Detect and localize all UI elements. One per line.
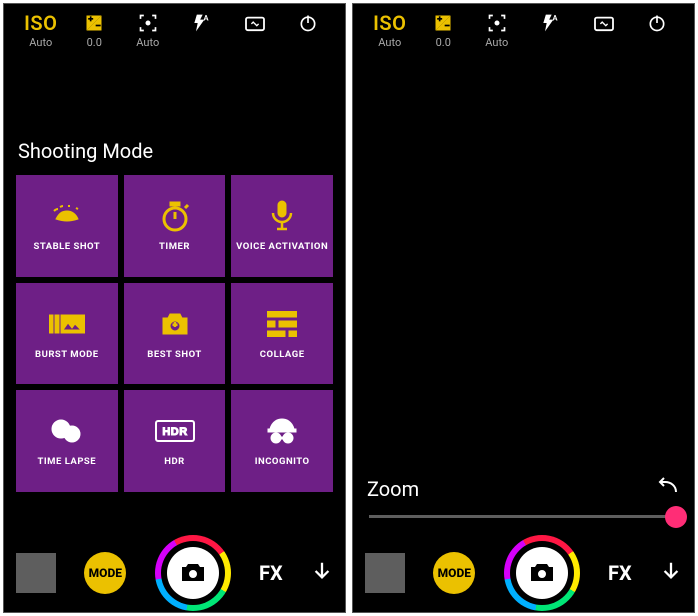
fx-button[interactable]: FX bbox=[608, 561, 632, 585]
zoom-slider[interactable] bbox=[369, 515, 678, 518]
zoom-panel: Zoom bbox=[353, 476, 694, 534]
focus-control[interactable]: Auto bbox=[121, 12, 175, 49]
incognito-icon bbox=[266, 414, 298, 448]
stable-shot-icon bbox=[50, 199, 84, 233]
section-title: Shooting Mode bbox=[4, 129, 345, 175]
power-control[interactable] bbox=[631, 12, 685, 34]
power-icon bbox=[298, 12, 318, 34]
tile-label: STABLE SHOT bbox=[33, 241, 100, 252]
mode-incognito[interactable]: INCOGNITO bbox=[231, 390, 333, 492]
download-arrow-icon[interactable] bbox=[311, 560, 333, 586]
focus-control[interactable]: Auto bbox=[470, 12, 524, 49]
tile-label: HDR bbox=[164, 456, 184, 467]
mode-timer[interactable]: TIMER bbox=[124, 175, 226, 277]
topbar: ISO Auto 0.0 Auto A bbox=[353, 4, 694, 53]
exposure-icon bbox=[84, 12, 104, 34]
camera-icon bbox=[516, 547, 568, 599]
screen-zoom: ISO Auto 0.0 Auto A bbox=[352, 3, 695, 613]
mode-time-lapse[interactable]: TIME LAPSE bbox=[16, 390, 118, 492]
shutter-button[interactable] bbox=[155, 535, 231, 611]
tile-label: INCOGNITO bbox=[255, 456, 310, 467]
power-control[interactable] bbox=[282, 12, 336, 34]
focus-icon bbox=[487, 12, 507, 34]
zoom-label: Zoom bbox=[367, 477, 419, 501]
exposure-control[interactable]: 0.0 bbox=[417, 12, 471, 49]
zoom-slider-thumb[interactable] bbox=[665, 506, 687, 528]
tile-label: TIME LAPSE bbox=[38, 456, 97, 467]
iso-icon: ISO bbox=[24, 12, 57, 34]
mode-burst-mode[interactable]: BURST MODE bbox=[16, 283, 118, 385]
shutter-button[interactable] bbox=[504, 535, 580, 611]
bottombar: MODE FX bbox=[353, 534, 694, 612]
iso-icon: ISO bbox=[373, 12, 406, 34]
exposure-value: 0.0 bbox=[87, 36, 102, 49]
mode-button[interactable]: MODE bbox=[84, 552, 126, 594]
svg-text:A: A bbox=[553, 14, 559, 23]
flash-control[interactable]: A bbox=[524, 12, 578, 34]
burst-mode-icon bbox=[49, 307, 85, 341]
iso-value: Auto bbox=[29, 36, 52, 49]
mode-best-shot[interactable]: BEST SHOT bbox=[124, 283, 226, 385]
iso-control[interactable]: ISO Auto bbox=[363, 12, 417, 49]
iso-value: Auto bbox=[378, 36, 401, 49]
mode-hdr[interactable]: HDR HDR bbox=[124, 390, 226, 492]
flash-auto-icon: A bbox=[191, 12, 211, 34]
focus-value: Auto bbox=[136, 36, 159, 49]
mode-collage[interactable]: COLLAGE bbox=[231, 283, 333, 385]
svg-text:HDR: HDR bbox=[162, 426, 187, 438]
exposure-control[interactable]: 0.0 bbox=[68, 12, 122, 49]
exposure-icon bbox=[433, 12, 453, 34]
screen-shooting-mode: ISO Auto 0.0 Auto A bbox=[3, 3, 346, 613]
gallery-thumbnail[interactable] bbox=[16, 553, 56, 593]
camera-icon bbox=[167, 547, 219, 599]
tile-label: BEST SHOT bbox=[147, 349, 201, 360]
time-lapse-icon bbox=[50, 414, 84, 448]
download-arrow-icon[interactable] bbox=[660, 560, 682, 586]
tile-label: COLLAGE bbox=[260, 349, 305, 360]
flash-control[interactable]: A bbox=[175, 12, 229, 34]
microphone-icon bbox=[269, 199, 295, 233]
undo-icon[interactable] bbox=[656, 476, 680, 501]
mode-stable-shot[interactable]: STABLE SHOT bbox=[16, 175, 118, 277]
switch-camera-control[interactable] bbox=[228, 12, 282, 34]
svg-text:A: A bbox=[204, 14, 210, 23]
gallery-thumbnail[interactable] bbox=[365, 553, 405, 593]
mode-voice-activation[interactable]: VOICE ACTIVATION bbox=[231, 175, 333, 277]
flash-auto-icon: A bbox=[540, 12, 560, 34]
exposure-value: 0.0 bbox=[436, 36, 451, 49]
body-left: Shooting Mode STABLE SHOT TIMER VOICE AC… bbox=[4, 53, 345, 534]
mode-button[interactable]: MODE bbox=[433, 552, 475, 594]
hdr-icon: HDR bbox=[155, 414, 195, 448]
switch-camera-icon bbox=[593, 12, 615, 34]
focus-icon bbox=[138, 12, 158, 34]
best-shot-icon bbox=[159, 307, 191, 341]
focus-value: Auto bbox=[485, 36, 508, 49]
switch-camera-control[interactable] bbox=[577, 12, 631, 34]
tile-label: VOICE ACTIVATION bbox=[236, 241, 328, 252]
power-icon bbox=[647, 12, 667, 34]
tile-label: TIMER bbox=[159, 241, 190, 252]
collage-icon bbox=[267, 307, 297, 341]
timer-icon bbox=[160, 199, 190, 233]
body-right: Zoom bbox=[353, 53, 694, 534]
tile-label: BURST MODE bbox=[35, 349, 99, 360]
fx-button[interactable]: FX bbox=[259, 561, 283, 585]
shooting-mode-grid: STABLE SHOT TIMER VOICE ACTIVATION BURST… bbox=[4, 175, 345, 492]
switch-camera-icon bbox=[244, 12, 266, 34]
iso-control[interactable]: ISO Auto bbox=[14, 12, 68, 49]
topbar: ISO Auto 0.0 Auto A bbox=[4, 4, 345, 53]
bottombar: MODE FX bbox=[4, 534, 345, 612]
